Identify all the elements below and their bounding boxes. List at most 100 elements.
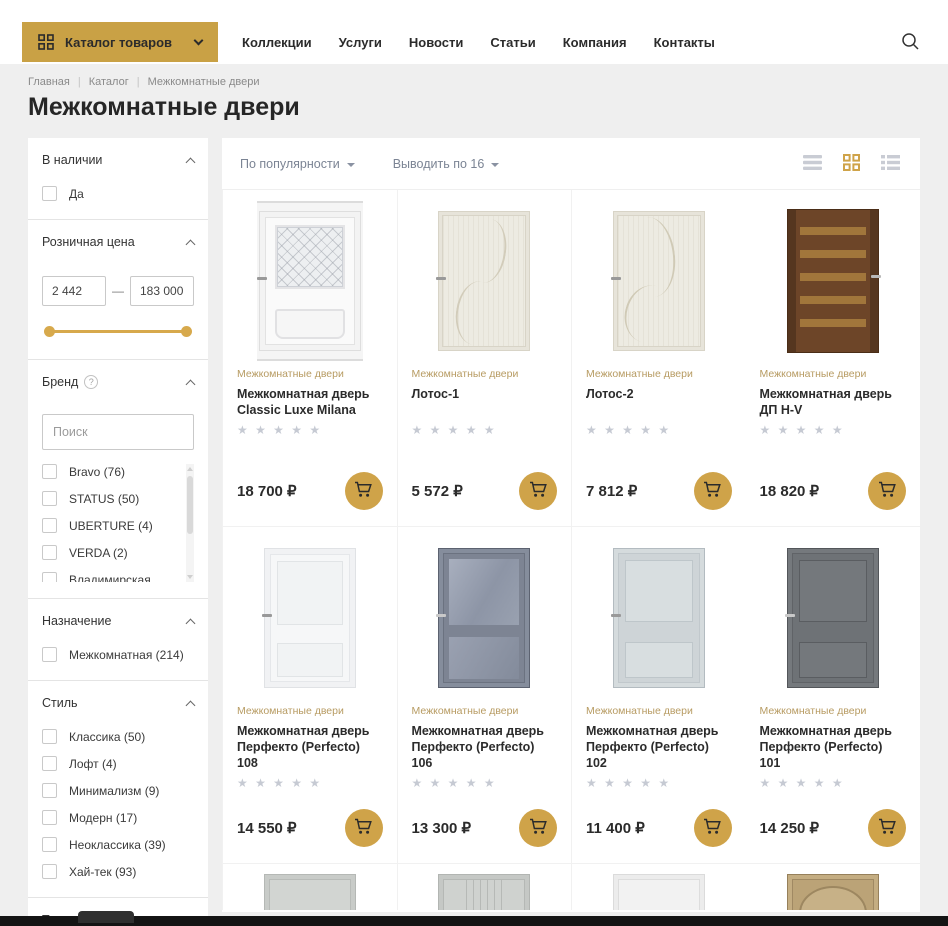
price-min-input[interactable] <box>42 276 106 306</box>
view-grid-button[interactable] <box>841 152 862 176</box>
nav-link[interactable]: Новости <box>409 35 464 50</box>
product-image[interactable] <box>586 539 732 697</box>
product-title[interactable]: Лотос-1 <box>412 386 558 418</box>
product-category[interactable]: Межкомнатные двери <box>586 705 732 717</box>
checkbox[interactable] <box>42 572 57 582</box>
checkbox[interactable] <box>42 545 57 560</box>
style-option[interactable]: Классика (50) <box>42 729 194 744</box>
filter-style-header[interactable]: Стиль <box>28 681 208 725</box>
brand-option[interactable]: Bravo (76) <box>42 464 180 479</box>
add-to-cart-button[interactable] <box>868 472 906 510</box>
checkbox[interactable] <box>42 647 57 662</box>
product-title[interactable]: Межкомнатная дверь Перфекто (Perfecto) 1… <box>586 723 732 771</box>
filter-purpose-header[interactable]: Назначение <box>28 599 208 643</box>
add-to-cart-button[interactable] <box>519 809 557 847</box>
style-option[interactable]: Модерн (17) <box>42 810 194 825</box>
price-slider-handle-max[interactable] <box>181 326 192 337</box>
nav-link[interactable]: Коллекции <box>242 35 312 50</box>
brand-option[interactable]: UBERTURE (4) <box>42 518 180 533</box>
price-slider-handle-min[interactable] <box>44 326 55 337</box>
price-max-input[interactable] <box>130 276 194 306</box>
product-category[interactable]: Межкомнатные двери <box>237 705 383 717</box>
product-title[interactable]: Межкомнатная дверь Перфекто (Perfecto) 1… <box>760 723 907 771</box>
nav-link[interactable]: Статьи <box>490 35 535 50</box>
catalog-button[interactable]: Каталог товаров <box>22 22 218 62</box>
scrollbar-thumb[interactable] <box>187 476 193 534</box>
checkbox[interactable] <box>42 864 57 879</box>
product-image[interactable] <box>237 539 383 697</box>
product-title[interactable]: Межкомнатная дверь Перфекто (Perfecto) 1… <box>412 723 558 771</box>
product-card[interactable]: Межкомнатные двери Межкомнатная дверь Пе… <box>571 527 746 864</box>
filter-availability-header[interactable]: В наличии <box>28 138 208 182</box>
view-table-button[interactable] <box>879 153 902 175</box>
product-category[interactable]: Межкомнатные двери <box>412 705 558 717</box>
product-image[interactable] <box>237 202 383 360</box>
product-category[interactable]: Межкомнатные двери <box>760 368 907 380</box>
nav-link[interactable]: Контакты <box>654 35 715 50</box>
product-card-partial[interactable] <box>746 864 921 910</box>
brand-option[interactable]: VERDA (2) <box>42 545 180 560</box>
product-title[interactable]: Лотос-2 <box>586 386 732 418</box>
checkbox[interactable] <box>42 837 57 852</box>
add-to-cart-button[interactable] <box>345 472 383 510</box>
product-card[interactable]: Межкомнатные двери Межкомнатная дверь Пе… <box>222 527 397 864</box>
filter-brand-header[interactable]: Бренд ? <box>28 360 208 404</box>
sort-dropdown[interactable]: По популярности <box>240 157 355 171</box>
add-to-cart-button[interactable] <box>868 809 906 847</box>
breadcrumb-catalog[interactable]: Каталог <box>89 76 129 88</box>
product-category[interactable]: Межкомнатные двери <box>760 705 907 717</box>
product-card[interactable]: Межкомнатные двери Межкомнатная дверь ДП… <box>746 190 921 527</box>
product-image[interactable] <box>412 539 558 697</box>
product-image[interactable] <box>760 539 907 697</box>
nav-link[interactable]: Услуги <box>339 35 382 50</box>
style-option[interactable]: Минимализм (9) <box>42 783 194 798</box>
add-to-cart-button[interactable] <box>519 472 557 510</box>
per-page-dropdown[interactable]: Выводить по 16 <box>393 157 500 171</box>
add-to-cart-button[interactable] <box>694 809 732 847</box>
brand-option[interactable]: Владимирская <box>42 572 180 582</box>
filter-price-header[interactable]: Розничная цена <box>28 220 208 264</box>
product-image[interactable] <box>412 202 558 360</box>
price-slider[interactable] <box>44 326 192 337</box>
product-image[interactable] <box>586 202 732 360</box>
checkbox[interactable] <box>42 756 57 771</box>
view-list-button[interactable] <box>801 153 824 175</box>
checkbox[interactable] <box>42 491 57 506</box>
product-category[interactable]: Межкомнатные двери <box>586 368 732 380</box>
product-title[interactable]: Межкомнатная дверь Перфекто (Perfecto) 1… <box>237 723 383 771</box>
checkbox[interactable] <box>42 464 57 479</box>
product-card[interactable]: Межкомнатные двери Межкомнатная дверь Пе… <box>746 527 921 864</box>
checkbox[interactable] <box>42 729 57 744</box>
breadcrumb-home[interactable]: Главная <box>28 76 70 88</box>
scroll-up-icon[interactable] <box>187 467 193 471</box>
purpose-option[interactable]: Межкомнатная (214) <box>42 647 194 662</box>
product-card[interactable]: Межкомнатные двери Межкомнатная дверь Пе… <box>397 527 572 864</box>
product-title[interactable]: Межкомнатная дверь Classic Luxe Milana <box>237 386 383 418</box>
product-card-partial[interactable] <box>397 864 572 910</box>
product-card[interactable]: Межкомнатные двери Лотос-2 ★ ★ ★ ★ ★ 7 8… <box>571 190 746 527</box>
checkbox[interactable] <box>42 186 57 201</box>
product-card[interactable]: Межкомнатные двери Межкомнатная дверь Cl… <box>222 190 397 527</box>
product-category[interactable]: Межкомнатные двери <box>412 368 558 380</box>
nav-link[interactable]: Компания <box>563 35 627 50</box>
product-image[interactable] <box>760 202 907 360</box>
product-title[interactable]: Межкомнатная дверь ДП Н-V <box>760 386 907 418</box>
checkbox[interactable] <box>42 783 57 798</box>
product-card-partial[interactable] <box>571 864 746 910</box>
product-card[interactable]: Межкомнатные двери Лотос-1 ★ ★ ★ ★ ★ 5 5… <box>397 190 572 527</box>
add-to-cart-button[interactable] <box>694 472 732 510</box>
checkbox[interactable] <box>42 518 57 533</box>
scroll-down-icon[interactable] <box>187 575 193 579</box>
brand-option[interactable]: STATUS (50) <box>42 491 180 506</box>
style-option[interactable]: Хай-тек (93) <box>42 864 194 879</box>
product-card-partial[interactable] <box>222 864 397 910</box>
scrollbar[interactable] <box>186 464 194 582</box>
product-category[interactable]: Межкомнатные двери <box>237 368 383 380</box>
add-to-cart-button[interactable] <box>345 809 383 847</box>
style-option[interactable]: Лофт (4) <box>42 756 194 771</box>
help-icon[interactable]: ? <box>84 375 98 389</box>
style-option[interactable]: Неоклассика (39) <box>42 837 194 852</box>
search-button[interactable] <box>896 27 924 58</box>
brand-search-input[interactable] <box>42 414 194 450</box>
availability-option[interactable]: Да <box>42 186 194 201</box>
